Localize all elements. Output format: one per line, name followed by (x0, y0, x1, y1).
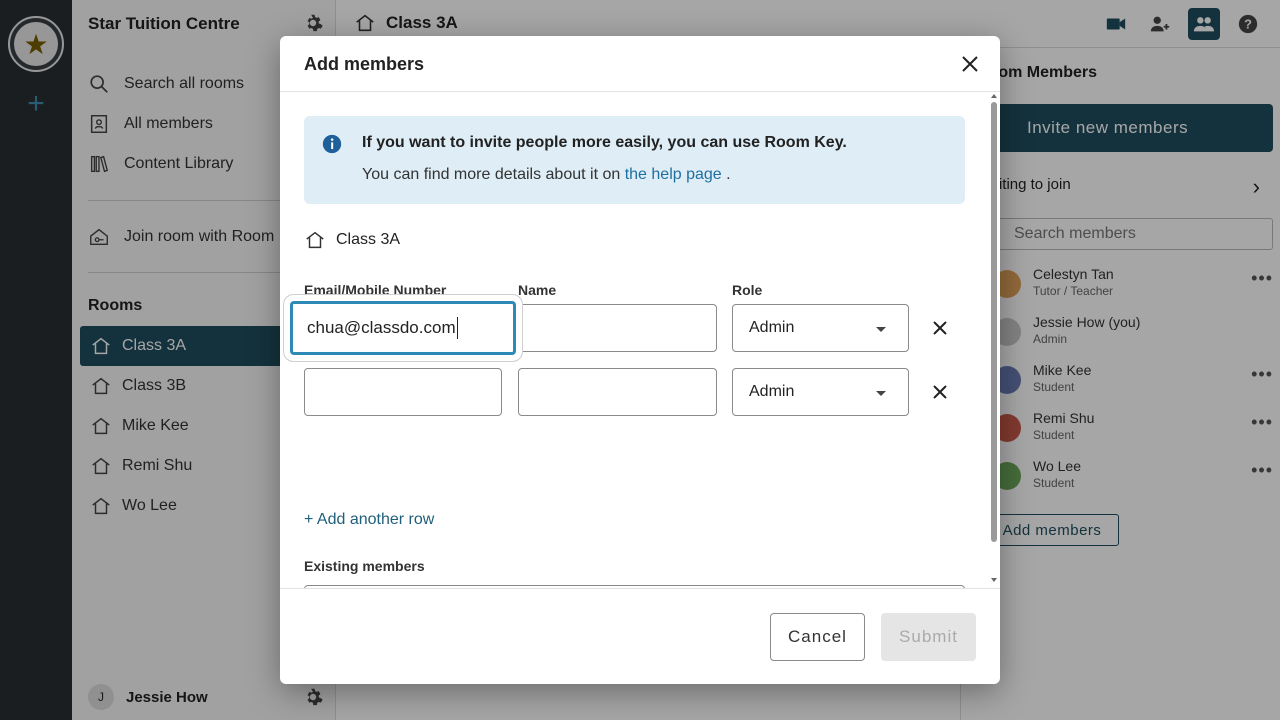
scroll-down-arrow-icon[interactable] (991, 578, 997, 582)
email-column-header: Email/Mobile Number (304, 282, 447, 298)
dialog-scrollbar[interactable] (988, 92, 1000, 588)
dropdown-arrow-icon (876, 327, 886, 332)
info-heading: If you want to invite people more easily… (362, 134, 847, 151)
email-field[interactable] (304, 368, 502, 416)
role-select[interactable]: Admin (732, 304, 909, 352)
dialog-title: Add members (304, 54, 425, 74)
role-column-header: Role (732, 282, 763, 298)
target-room: Class 3A (304, 229, 400, 251)
email-field-value: chua@classdo.com (307, 318, 456, 337)
name-field[interactable] (518, 368, 717, 416)
submit-button[interactable]: Submit (881, 613, 976, 661)
close-icon[interactable] (958, 52, 982, 76)
help-page-link[interactable]: the help page (625, 166, 722, 183)
dialog-header: Add members (280, 36, 1000, 92)
existing-members-label: Existing members (304, 558, 425, 574)
dialog-body: If you want to invite people more easily… (280, 92, 1000, 588)
add-members-dialog: Add members If you want to invite people… (280, 36, 1000, 684)
email-field[interactable]: chua@classdo.com (290, 301, 516, 355)
name-column-header: Name (518, 282, 557, 298)
target-room-label: Class 3A (336, 231, 401, 248)
info-text-prefix: You can find more details about it on (362, 166, 625, 183)
name-field[interactable] (518, 304, 717, 352)
role-select-value: Admin (749, 383, 795, 400)
info-text-suffix: . (721, 166, 731, 183)
dialog-footer: Cancel Submit (280, 588, 1000, 684)
home-icon (306, 231, 324, 249)
cancel-button[interactable]: Cancel (770, 613, 865, 661)
scroll-thumb[interactable] (991, 102, 997, 542)
room-key-info-banner: If you want to invite people more easily… (304, 116, 965, 204)
role-select[interactable]: Admin (732, 368, 909, 416)
info-icon (322, 134, 342, 154)
scroll-up-arrow-icon[interactable] (991, 94, 997, 98)
info-text: You can find more details about it on th… (362, 166, 731, 184)
remove-row-close-icon[interactable] (928, 380, 952, 404)
add-another-row-link[interactable]: + Add another row (304, 511, 434, 529)
dropdown-arrow-icon (876, 391, 886, 396)
text-caret (456, 317, 458, 339)
remove-row-close-icon[interactable] (928, 316, 952, 340)
role-select-value: Admin (749, 319, 795, 336)
